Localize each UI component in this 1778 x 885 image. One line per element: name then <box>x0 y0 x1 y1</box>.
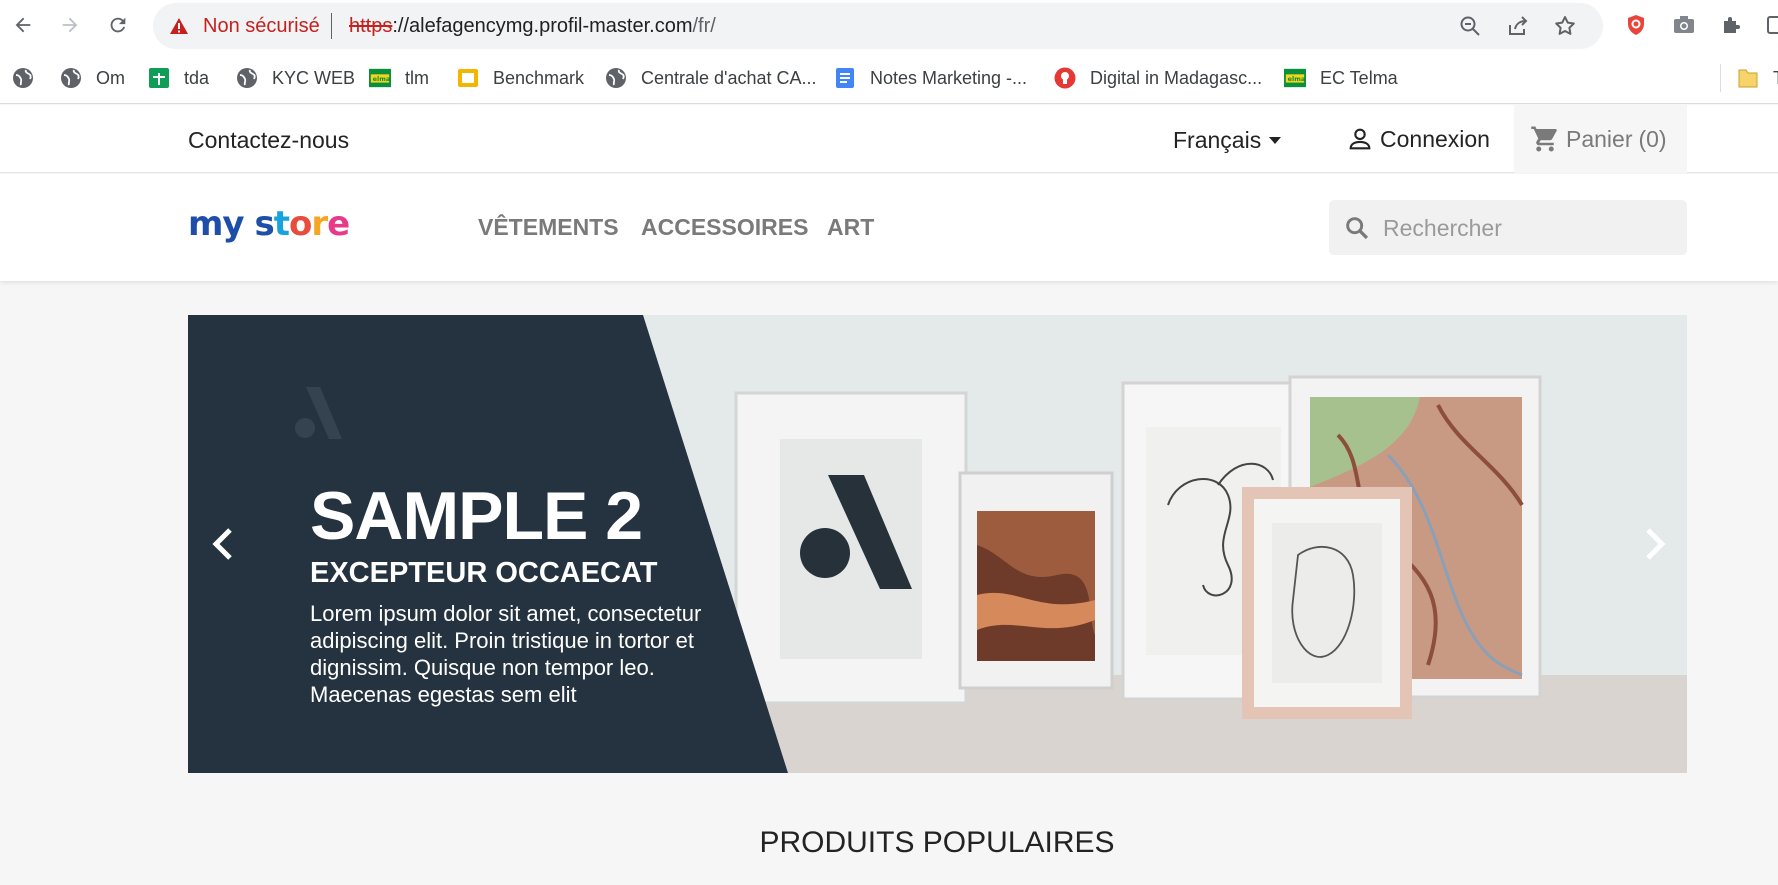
address-bar[interactable]: Non sécurisé https://alefagencymg.profil… <box>153 3 1603 49</box>
bookmark-label: EC Telma <box>1320 67 1398 88</box>
reload-button[interactable] <box>103 10 133 40</box>
url-text[interactable]: https://alefagencymg.profil-master.com/f… <box>349 15 716 38</box>
browser-toolbar: Non sécurisé https://alefagencymg.profil… <box>0 0 1778 52</box>
bookmark-label: T <box>1773 68 1778 89</box>
back-button[interactable] <box>8 10 38 40</box>
warning-icon <box>170 18 188 34</box>
search-input[interactable] <box>1383 208 1673 248</box>
store-logo[interactable]: my store <box>188 204 350 244</box>
bookmark-label: Benchmark <box>493 67 585 88</box>
bookmark-label: Digital in Madagasc... <box>1090 67 1263 88</box>
forward-button[interactable] <box>55 10 85 40</box>
login-link[interactable]: Connexion <box>1346 125 1490 153</box>
star-icon[interactable] <box>1553 14 1577 38</box>
bookmark-notes-marketing[interactable]: Notes Marketing -... <box>834 64 1027 92</box>
bookmark-ec-telma[interactable]: elma EC Telma <box>1284 64 1398 92</box>
bulb-icon <box>1054 67 1076 89</box>
side-panel-icon[interactable] <box>1766 13 1778 37</box>
bookmark-tda[interactable]: tda <box>148 64 209 92</box>
menu-art[interactable]: ART <box>827 214 874 241</box>
url-separator <box>331 13 332 39</box>
security-status[interactable]: Non sécurisé <box>203 15 320 38</box>
bookmark-label: Notes Marketing -... <box>870 67 1028 88</box>
chevron-left-icon <box>212 528 232 560</box>
shopping-cart-icon <box>1531 126 1557 152</box>
slide-title: SAMPLE 2 <box>310 478 643 554</box>
telma-icon: elma <box>369 67 391 89</box>
cart-count: (0) <box>1638 125 1667 152</box>
share-icon[interactable] <box>1506 14 1530 38</box>
bookmark-om[interactable]: Om <box>60 64 125 92</box>
slide-description: Lorem ipsum dolor sit amet, consectetur … <box>310 601 702 707</box>
slide-caption: SAMPLE 2 EXCEPTEUR OCCAECAT Lorem ipsum … <box>310 480 750 708</box>
caret-down-icon <box>1269 137 1282 144</box>
bookmark-digital-madagascar[interactable]: Digital in Madagasc... <box>1054 64 1262 92</box>
forward-arrow-icon <box>62 17 78 33</box>
globe-icon <box>60 67 82 89</box>
globe-icon <box>236 67 258 89</box>
zoom-icon[interactable] <box>1458 14 1482 38</box>
svg-text:elma: elma <box>1288 75 1306 83</box>
bookmark-label: tlm <box>405 67 429 88</box>
menu-accessoires[interactable]: ACCESSOIRES <box>641 214 808 241</box>
cart-label: Panier <box>1566 125 1633 152</box>
contact-link[interactable]: Contactez-nous <box>188 127 349 154</box>
camera-extension-icon[interactable] <box>1672 13 1696 37</box>
bookmark-kyc-web[interactable]: KYC WEB <box>236 64 355 92</box>
folder-icon <box>1737 67 1759 89</box>
bookmark-benchmark[interactable]: Benchmark <box>457 64 584 92</box>
site-topbar: Contactez-nous Français Connexion Panier… <box>0 105 1778 173</box>
reload-icon <box>110 17 126 33</box>
carousel-next-button[interactable] <box>1634 520 1678 568</box>
bookmark-globe[interactable] <box>12 64 48 92</box>
homepage-carousel: SAMPLE 2 EXCEPTEUR OCCAECAT Lorem ipsum … <box>188 315 1687 773</box>
user-icon <box>1349 128 1371 150</box>
bookmarks-bar: Om tda KYC WEB elma tlm Benchmark Centra… <box>0 52 1778 104</box>
bookmark-label: tda <box>184 67 210 88</box>
telma-icon: elma <box>1284 67 1306 89</box>
search-icon[interactable] <box>1343 214 1371 242</box>
bookmark-tlm[interactable]: elma tlm <box>369 64 429 92</box>
url-path: /fr/ <box>692 15 716 37</box>
popular-products-heading: PRODUITS POPULAIRES <box>759 826 1115 859</box>
bookmark-label: KYC WEB <box>272 67 356 88</box>
shield-extension-icon[interactable] <box>1624 13 1648 37</box>
login-label: Connexion <box>1380 125 1490 152</box>
slide-subtitle: EXCEPTEUR OCCAECAT <box>310 557 658 589</box>
site-main-header: my store VÊTEMENTS ACCESSOIRES ART <box>0 174 1778 281</box>
back-arrow-icon <box>15 17 31 33</box>
cart-button[interactable]: Panier (0) <box>1514 105 1687 173</box>
extensions-puzzle-icon[interactable] <box>1720 13 1744 37</box>
search-box <box>1329 200 1687 255</box>
globe-icon <box>12 67 34 89</box>
bookmark-centrale-achat[interactable]: Centrale d'achat CA... <box>605 64 817 92</box>
language-selector[interactable]: Français <box>1173 127 1282 154</box>
url-host: ://alefagencymg.profil-master.com <box>392 15 693 37</box>
language-label: Français <box>1173 127 1262 153</box>
globe-icon <box>605 67 627 89</box>
url-scheme: https <box>349 15 393 37</box>
chevron-right-icon <box>1646 528 1666 560</box>
bookmark-label: Centrale d'achat CA... <box>641 67 817 88</box>
docs-icon <box>834 67 856 89</box>
menu-vetements[interactable]: VÊTEMENTS <box>478 214 619 241</box>
carousel-prev-button[interactable] <box>200 520 244 568</box>
bookmark-folder[interactable]: T <box>1720 64 1778 92</box>
bookmark-label: Om <box>96 67 125 88</box>
sheets-icon <box>148 67 170 89</box>
svg-text:elma: elma <box>373 75 391 83</box>
slides-icon <box>457 67 479 89</box>
